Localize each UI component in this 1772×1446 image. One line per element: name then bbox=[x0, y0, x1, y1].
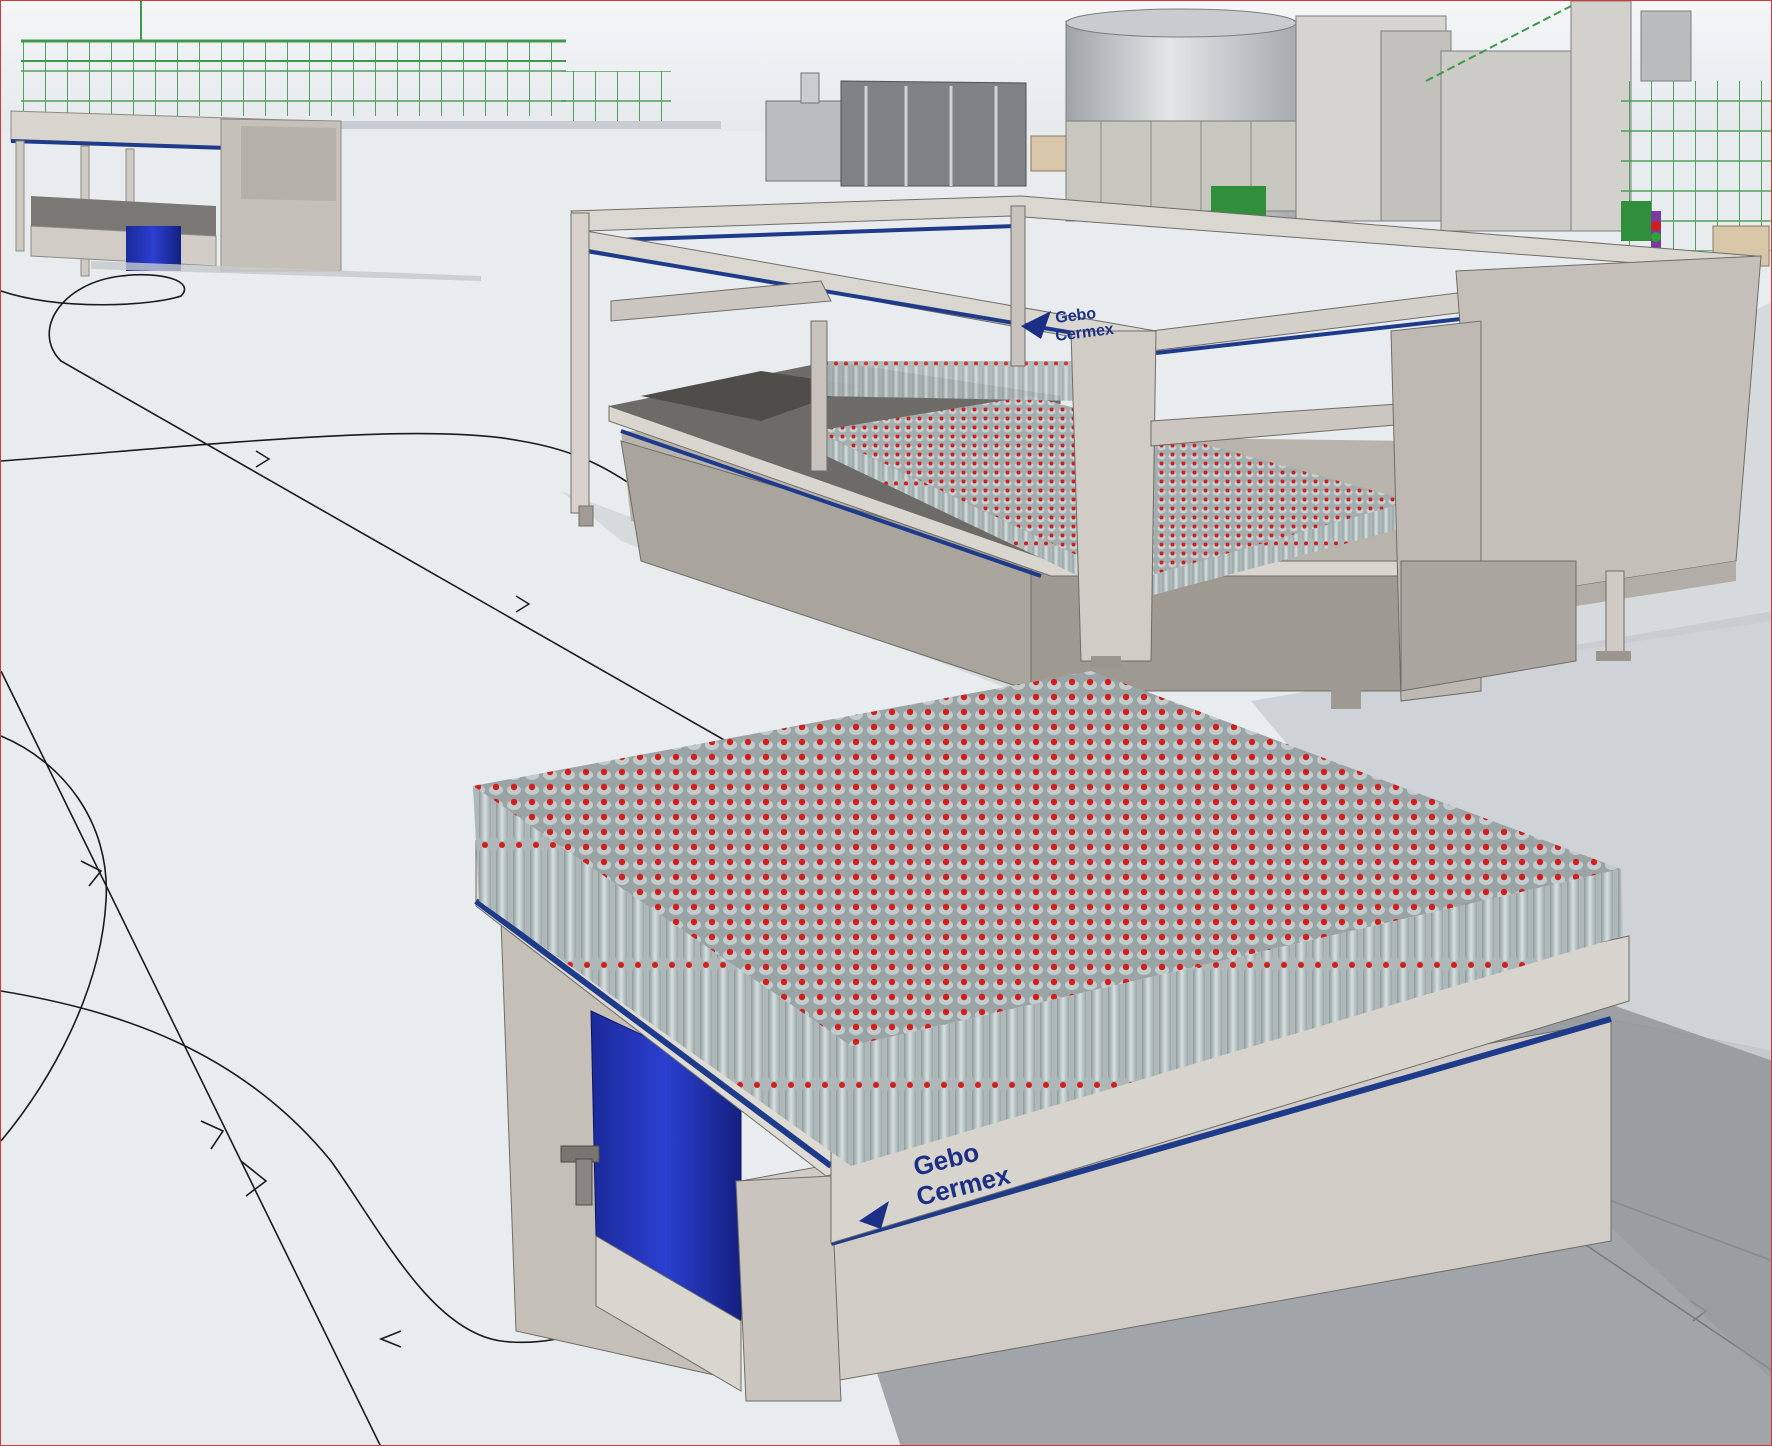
plant-layout-scene[interactable]: Gebo Cermex Gebo Cermex bbox=[1, 1, 1772, 1446]
3d-viewport[interactable]: Gebo Cermex Gebo Cermex bbox=[0, 0, 1772, 1446]
distant-process-equipment bbox=[765, 72, 1072, 187]
